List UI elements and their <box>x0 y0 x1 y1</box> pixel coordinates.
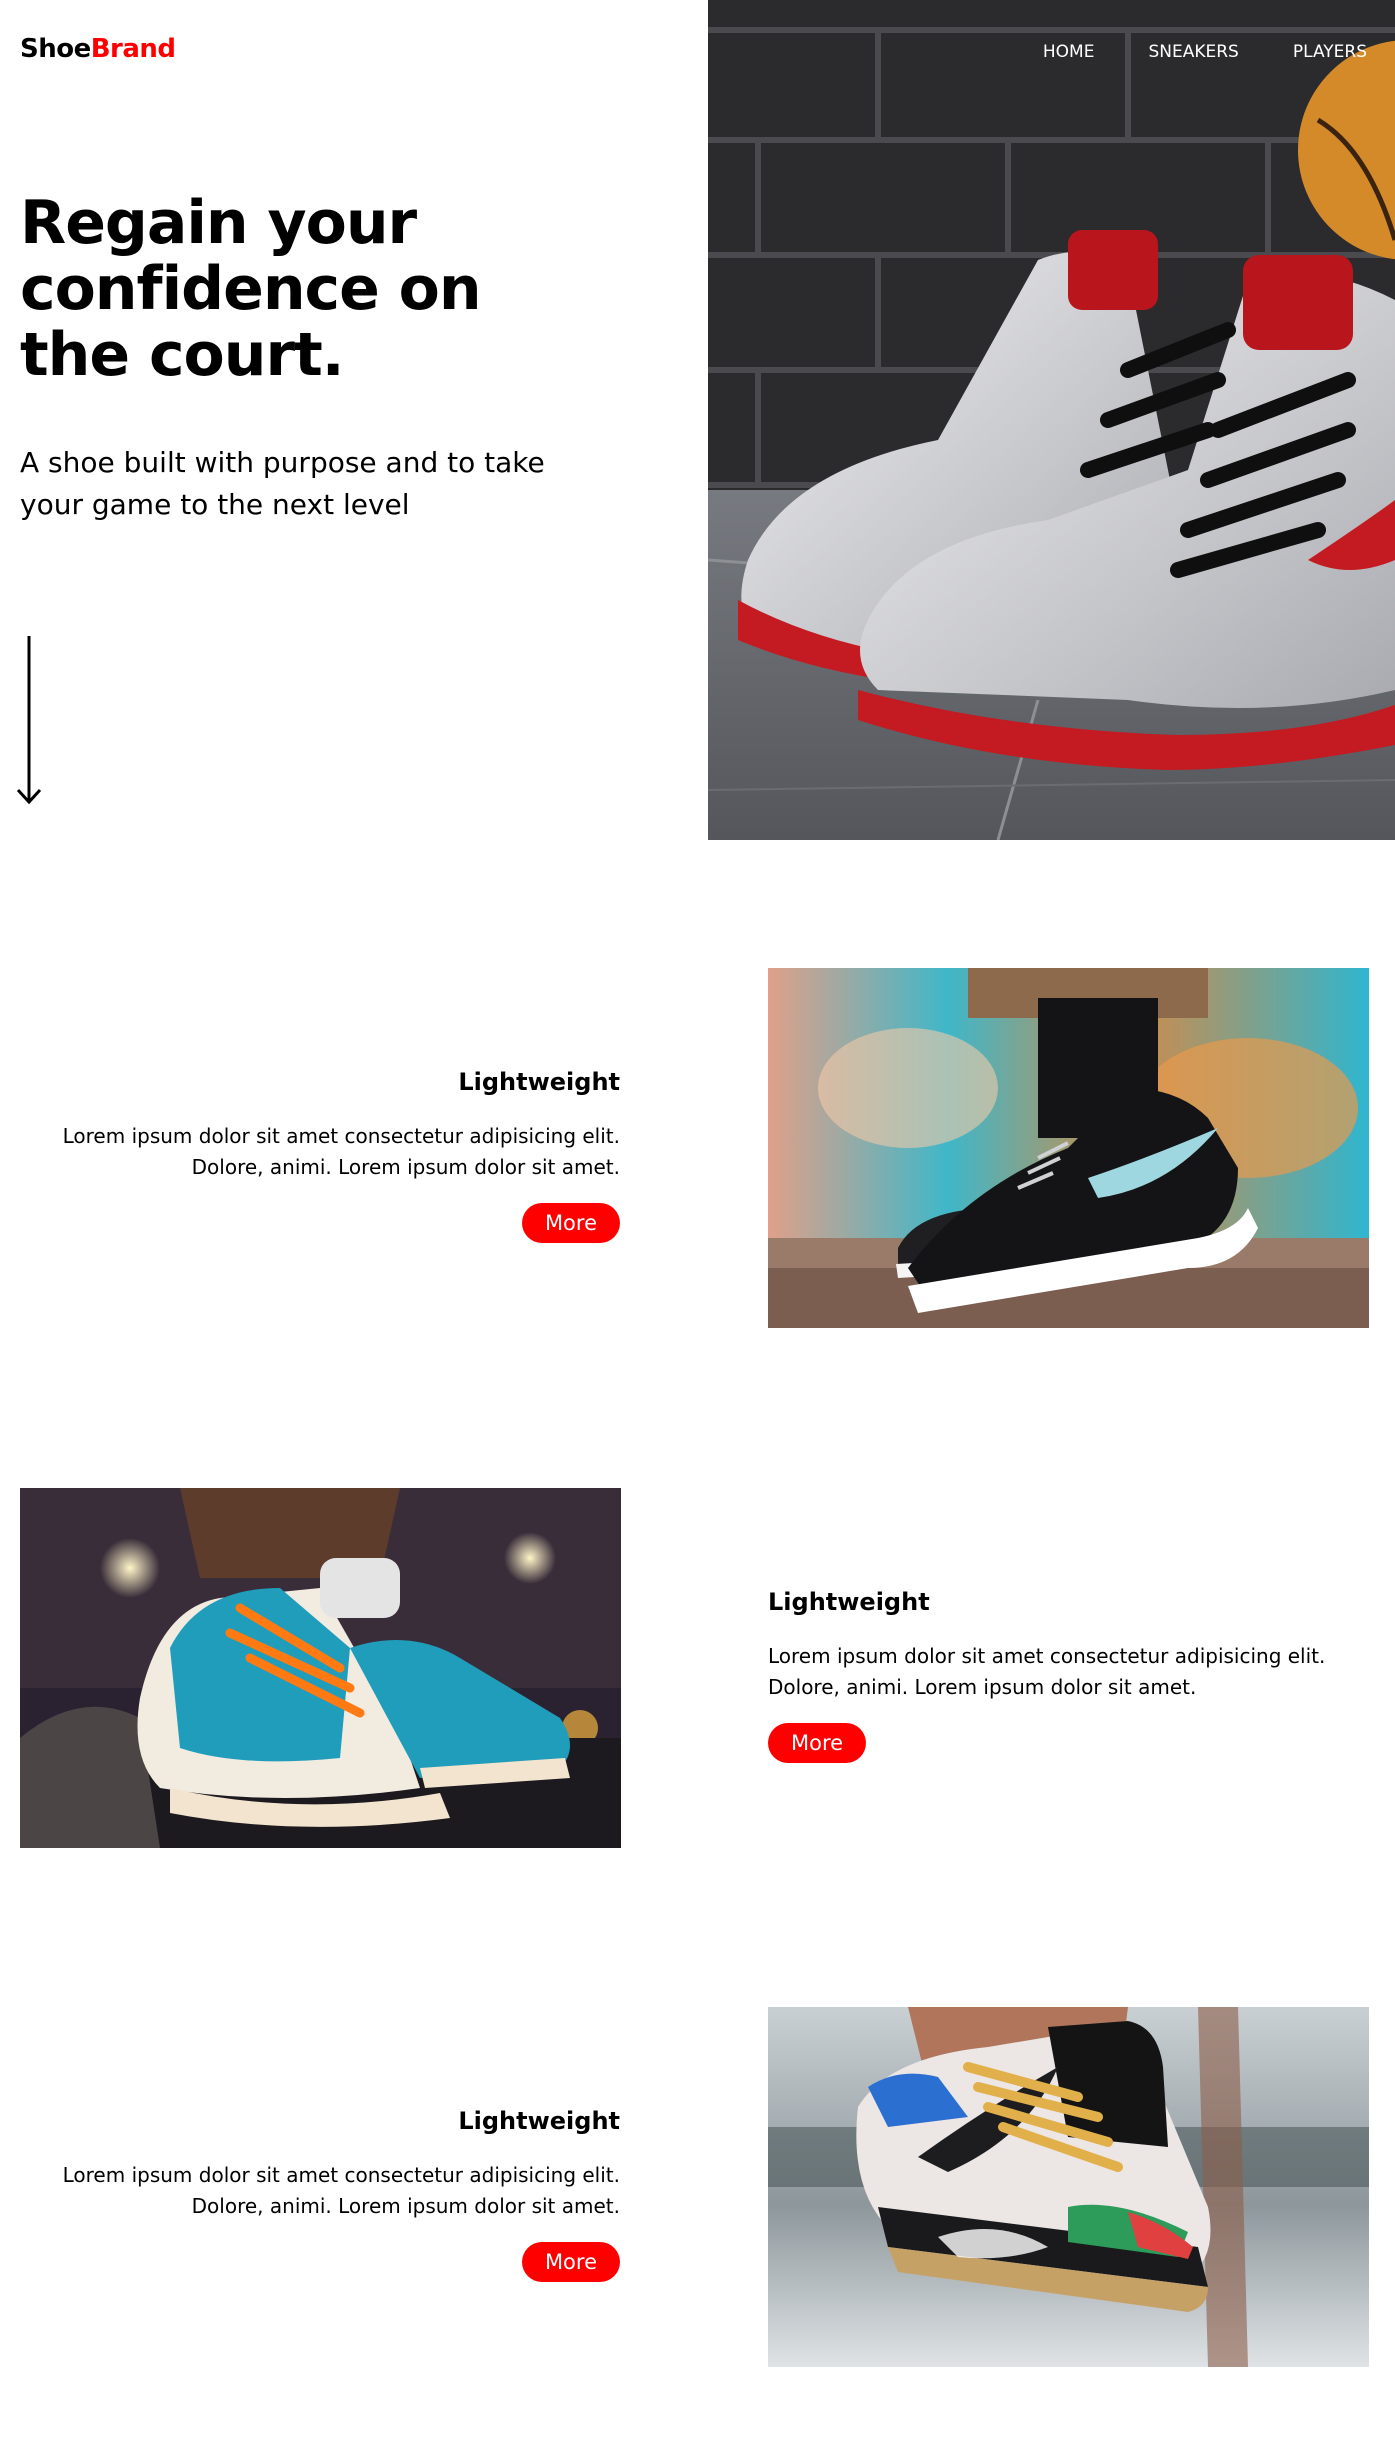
teal-sneaker-photo <box>20 1488 621 1848</box>
nav-home-link[interactable]: HOME <box>1043 42 1095 62</box>
feature-block-1: Lightweight Lorem ipsum dolor sit amet c… <box>20 1065 620 1243</box>
arrow-down-icon[interactable] <box>14 634 44 810</box>
feature-description: Lorem ipsum dolor sit amet consectetur a… <box>62 2163 620 2218</box>
more-button[interactable]: More <box>521 1203 620 1243</box>
logo-shoe-text: Shoe <box>20 34 91 64</box>
more-button[interactable]: More <box>768 1723 867 1763</box>
hero-sneaker-photo <box>708 0 1395 840</box>
hero-title: Regain your confidence on the court. <box>20 188 482 390</box>
logo-brand-text: Brand <box>90 34 176 64</box>
nav-sneakers-link[interactable]: SNEAKERS <box>1148 42 1238 62</box>
hero-subtitle: A shoe built with purpose and to take yo… <box>20 446 545 521</box>
feature-heading: Lightweight <box>768 1588 930 1616</box>
feature-block-2: Lightweight Lorem ipsum dolor sit amet c… <box>768 1585 1368 1763</box>
feature-heading: Lightweight <box>458 1068 620 1096</box>
feature-description: Lorem ipsum dolor sit amet consectetur a… <box>768 1644 1326 1699</box>
graffiti-sneaker-photo <box>768 2007 1369 2367</box>
nav-players-link[interactable]: PLAYERS <box>1293 42 1367 62</box>
feature-heading: Lightweight <box>458 2107 620 2135</box>
more-button[interactable]: More <box>521 2242 620 2282</box>
logo[interactable]: ShoeBrand <box>20 34 176 64</box>
black-sneaker-photo <box>768 968 1369 1328</box>
feature-block-3: Lightweight Lorem ipsum dolor sit amet c… <box>20 2104 620 2282</box>
main-nav: HOME SNEAKERS PLAYERS <box>1043 42 1367 62</box>
feature-description: Lorem ipsum dolor sit amet consectetur a… <box>62 1124 620 1179</box>
